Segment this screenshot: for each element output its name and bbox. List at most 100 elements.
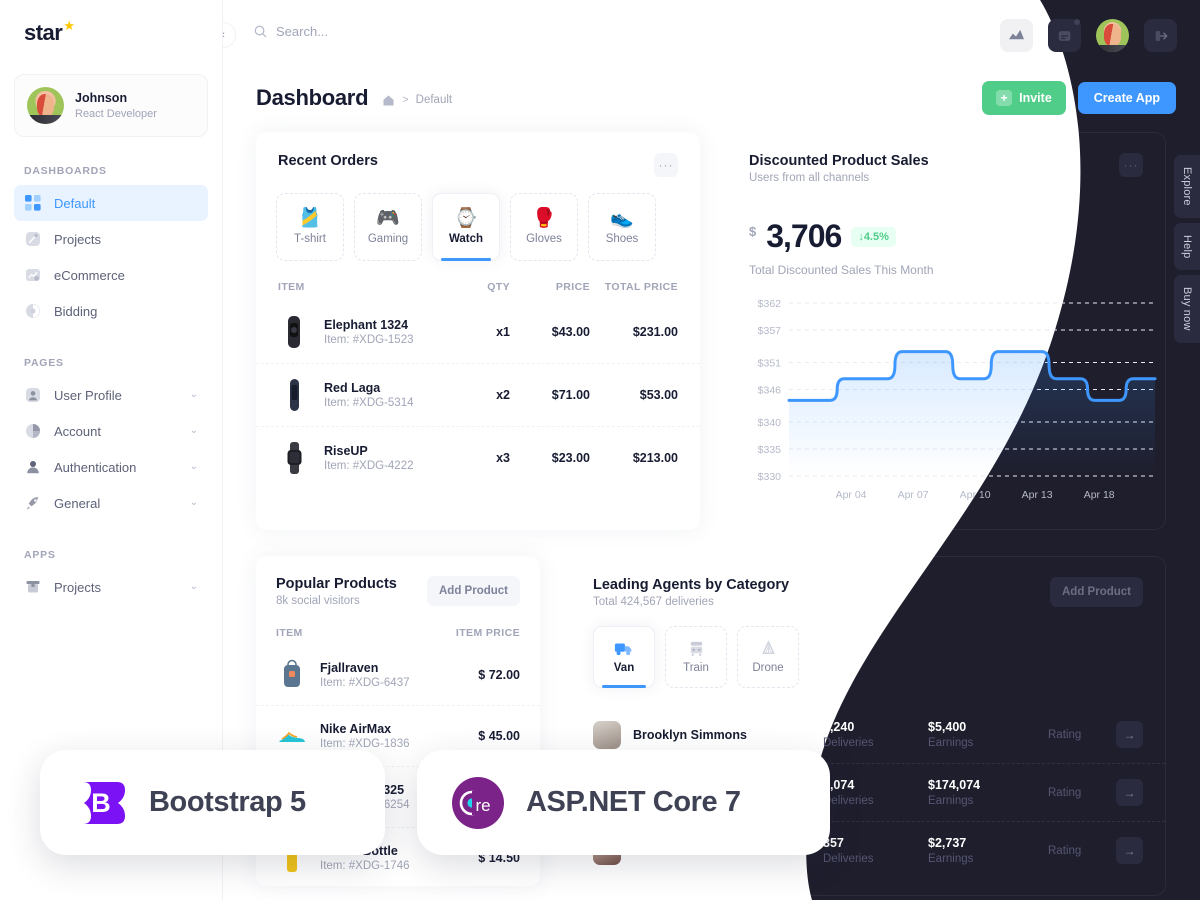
recent-orders-tabs: 🎽 T-shirt 🎮 Gaming ⌚ Watch 🥊 Gloves 👟 Sh… <box>256 177 700 261</box>
table-row[interactable]: RiseUP Item: #XDG-4222 x3 $23.00 $213.00 <box>256 426 700 489</box>
deliveries-value: 6,074 <box>823 778 855 792</box>
invite-button[interactable]: + Invite <box>982 81 1066 115</box>
sidebar-item-label: Authentication <box>54 459 137 475</box>
shoes-icon: 👟 <box>610 208 634 229</box>
sidebar-item-authentication[interactable]: Authentication ⌄ <box>14 449 208 485</box>
tab-gaming[interactable]: 🎮 Gaming <box>354 193 422 261</box>
notifications-icon[interactable] <box>1048 19 1081 52</box>
earnings-label: Earnings <box>928 853 974 865</box>
rating-label: Rating <box>1048 728 1082 741</box>
cell-price: $71.00 <box>551 388 590 402</box>
invite-button-label: Invite <box>1019 91 1052 105</box>
table-row[interactable]: Red Laga Item: #XDG-5314 x2 $71.00 $53.0… <box>256 363 700 426</box>
side-tab-help[interactable]: Help <box>1174 222 1200 271</box>
user-name: Johnson <box>75 90 128 105</box>
earnings-value: $174,074 <box>928 778 981 792</box>
product-name: RiseUP <box>324 444 368 458</box>
activity-icon[interactable] <box>1000 19 1033 52</box>
tab-watch[interactable]: ⌚ Watch <box>432 193 500 261</box>
notification-badge <box>1074 19 1080 25</box>
side-tabs: Explore Help Buy now <box>1174 155 1200 343</box>
sidebar-item-apps-projects[interactable]: Projects ⌄ <box>14 569 208 605</box>
product-sku: Item: #XDG-4222 <box>324 460 414 472</box>
tab-drone[interactable]: Drone <box>737 626 799 688</box>
recent-orders-title: Recent Orders <box>278 153 378 169</box>
y-tick-label: $362 <box>758 298 782 310</box>
earnings-label: Earnings <box>928 795 974 807</box>
chart-x-axis-labels: Apr 04 Apr 07 Apr 10 Apr 13 Apr 18 <box>836 489 1115 501</box>
chevron-down-icon[interactable]: ⌄ <box>190 582 198 592</box>
tab-train[interactable]: Train <box>665 626 727 688</box>
chevron-down-icon[interactable]: ⌄ <box>190 426 198 436</box>
chevron-down-icon[interactable]: ⌄ <box>190 498 198 508</box>
avatar[interactable] <box>1096 19 1129 52</box>
sidebar-item-user-profile[interactable]: User Profile ⌄ <box>14 377 208 413</box>
grid-icon <box>25 195 41 211</box>
topbar: ‹ Search... <box>210 0 1200 70</box>
recent-orders-header-row: ITEM QTY PRICE TOTAL PRICE <box>256 261 700 293</box>
create-app-button[interactable]: Create App <box>1077 82 1176 114</box>
person-icon <box>27 461 39 474</box>
gaming-icon: 🎮 <box>376 208 400 229</box>
tab-tshirt[interactable]: 🎽 T-shirt <box>276 193 344 261</box>
star-icon: ★ <box>63 18 76 33</box>
watch-icon: ⌚ <box>454 208 478 229</box>
sidebar-item-account[interactable]: Account ⌄ <box>14 413 208 449</box>
tab-van[interactable]: Van <box>593 626 655 688</box>
y-tick-label: $357 <box>758 325 782 337</box>
column-header-item: ITEM <box>278 281 305 293</box>
box-icon <box>26 581 40 593</box>
y-tick-label: $340 <box>758 417 782 429</box>
sidebar-item-label: General <box>54 495 101 511</box>
cell-price: $ 72.00 <box>478 668 520 682</box>
arrow-right-icon[interactable]: → <box>1116 721 1143 748</box>
table-row[interactable]: Elephant 1324 Item: #XDG-1523 x1 $43.00 … <box>256 301 700 363</box>
logout-icon[interactable] <box>1144 19 1177 52</box>
sidebar-item-bidding[interactable]: Bidding <box>14 293 208 329</box>
sales-area-chart: $330$335$340$346$351$357$362 Apr 04 Apr 0… <box>758 298 1157 501</box>
sidebar-user-card[interactable]: Johnson React Developer <box>14 74 208 137</box>
search-input[interactable]: Search... <box>276 24 328 39</box>
ellipsis-icon[interactable]: ··· <box>654 153 678 177</box>
sidebar-item-label: Bidding <box>54 303 98 319</box>
brand-logo[interactable]: star ★ <box>0 0 222 46</box>
product-sku: Item: #XDG-1836 <box>320 738 410 750</box>
chart-icon <box>26 269 40 281</box>
add-product-button[interactable]: Add Product <box>427 576 520 606</box>
search-box[interactable]: Search... <box>254 24 328 39</box>
aspnet-badge[interactable]: re ASP.NET Core 7 <box>417 750 830 855</box>
product-name: Elephant 1324 <box>324 318 409 332</box>
product-sku: Item: #XDG-5314 <box>324 397 414 409</box>
tab-label: Van <box>613 661 635 674</box>
tab-gloves[interactable]: 🥊 Gloves <box>510 193 578 261</box>
rating-label: Rating <box>1048 786 1082 799</box>
train-icon <box>690 641 702 656</box>
breadcrumb-current: Default <box>415 94 453 106</box>
sales-amount: 3,706 <box>766 218 842 254</box>
arrow-right-icon[interactable]: → <box>1116 779 1143 806</box>
sidebar-item-ecommerce[interactable]: eCommerce <box>14 257 208 293</box>
sidebar-item-projects[interactable]: Projects <box>14 221 208 257</box>
side-tab-explore[interactable]: Explore <box>1174 155 1200 218</box>
chart-y-axis-labels: $330 $335 $340 $346 $351 $357 $362 <box>758 298 782 483</box>
cell-price: $43.00 <box>551 325 590 339</box>
arrow-right-icon[interactable]: → <box>1116 837 1143 864</box>
column-header-qty: QTY <box>487 281 510 293</box>
list-item[interactable]: Fjallraven Item: #XDG-6437 $ 72.00 <box>256 645 540 705</box>
sidebar-item-default[interactable]: Default <box>14 185 208 221</box>
sidebar-item-general[interactable]: General ⌄ <box>14 485 208 521</box>
product-name: Fjallraven <box>320 661 379 675</box>
x-tick-label: Apr 07 <box>898 489 929 501</box>
chevron-down-icon[interactable]: ⌄ <box>190 390 198 400</box>
product-name: Red Laga <box>324 381 381 395</box>
ellipsis-icon[interactable]: ··· <box>1119 153 1143 177</box>
add-product-button[interactable]: Add Product <box>1050 577 1143 607</box>
delta-value: 4.5% <box>863 230 889 243</box>
column-header-price: PRICE <box>555 281 590 293</box>
home-icon[interactable] <box>382 94 395 107</box>
tab-shoes[interactable]: 👟 Shoes <box>588 193 656 261</box>
bootstrap-badge[interactable]: B Bootstrap 5 <box>40 750 385 855</box>
product-thumbnail <box>278 377 310 413</box>
side-tab-buy-now[interactable]: Buy now <box>1174 275 1200 343</box>
chevron-down-icon[interactable]: ⌄ <box>190 462 198 472</box>
